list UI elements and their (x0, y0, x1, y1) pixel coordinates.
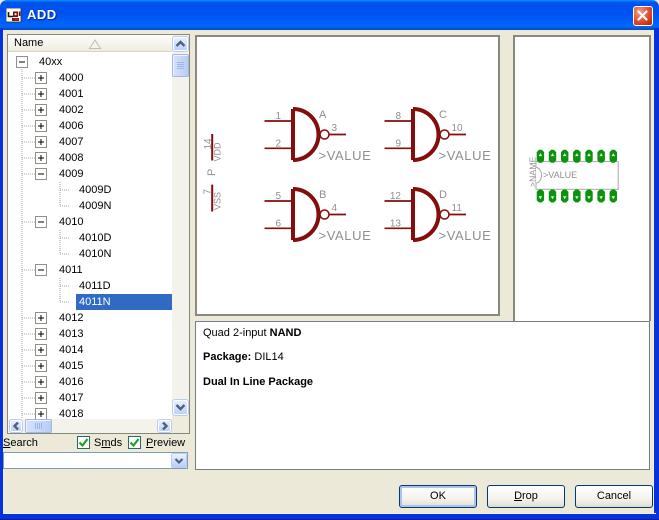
svg-text:9: 9 (395, 139, 401, 150)
svg-text:>VALUE: >VALUE (319, 228, 372, 243)
svg-text:C: C (439, 109, 447, 121)
svg-text:12: 12 (390, 191, 402, 202)
svg-text:4: 4 (332, 203, 338, 214)
svg-text:1: 1 (275, 111, 281, 122)
svg-text:VDD: VDD (213, 142, 223, 162)
svg-text:P: P (206, 169, 218, 176)
svg-text:13: 13 (390, 219, 402, 230)
svg-text:B: B (319, 189, 326, 201)
svg-text:>NAME: >NAME (528, 156, 538, 187)
svg-text:10: 10 (452, 123, 464, 134)
svg-text:>VALUE: >VALUE (439, 228, 492, 243)
svg-text:8: 8 (395, 111, 401, 122)
svg-text:11: 11 (452, 203, 463, 214)
svg-text:>VALUE: >VALUE (543, 170, 577, 180)
svg-text:6: 6 (275, 219, 281, 230)
svg-text:3: 3 (332, 123, 338, 134)
svg-text:>VALUE: >VALUE (439, 148, 492, 163)
svg-text:5: 5 (275, 191, 281, 202)
svg-text:>VALUE: >VALUE (319, 148, 372, 163)
svg-text:VSS: VSS (213, 192, 223, 210)
svg-text:2: 2 (275, 139, 281, 150)
svg-text:D: D (439, 189, 447, 201)
svg-text:A: A (319, 109, 327, 121)
